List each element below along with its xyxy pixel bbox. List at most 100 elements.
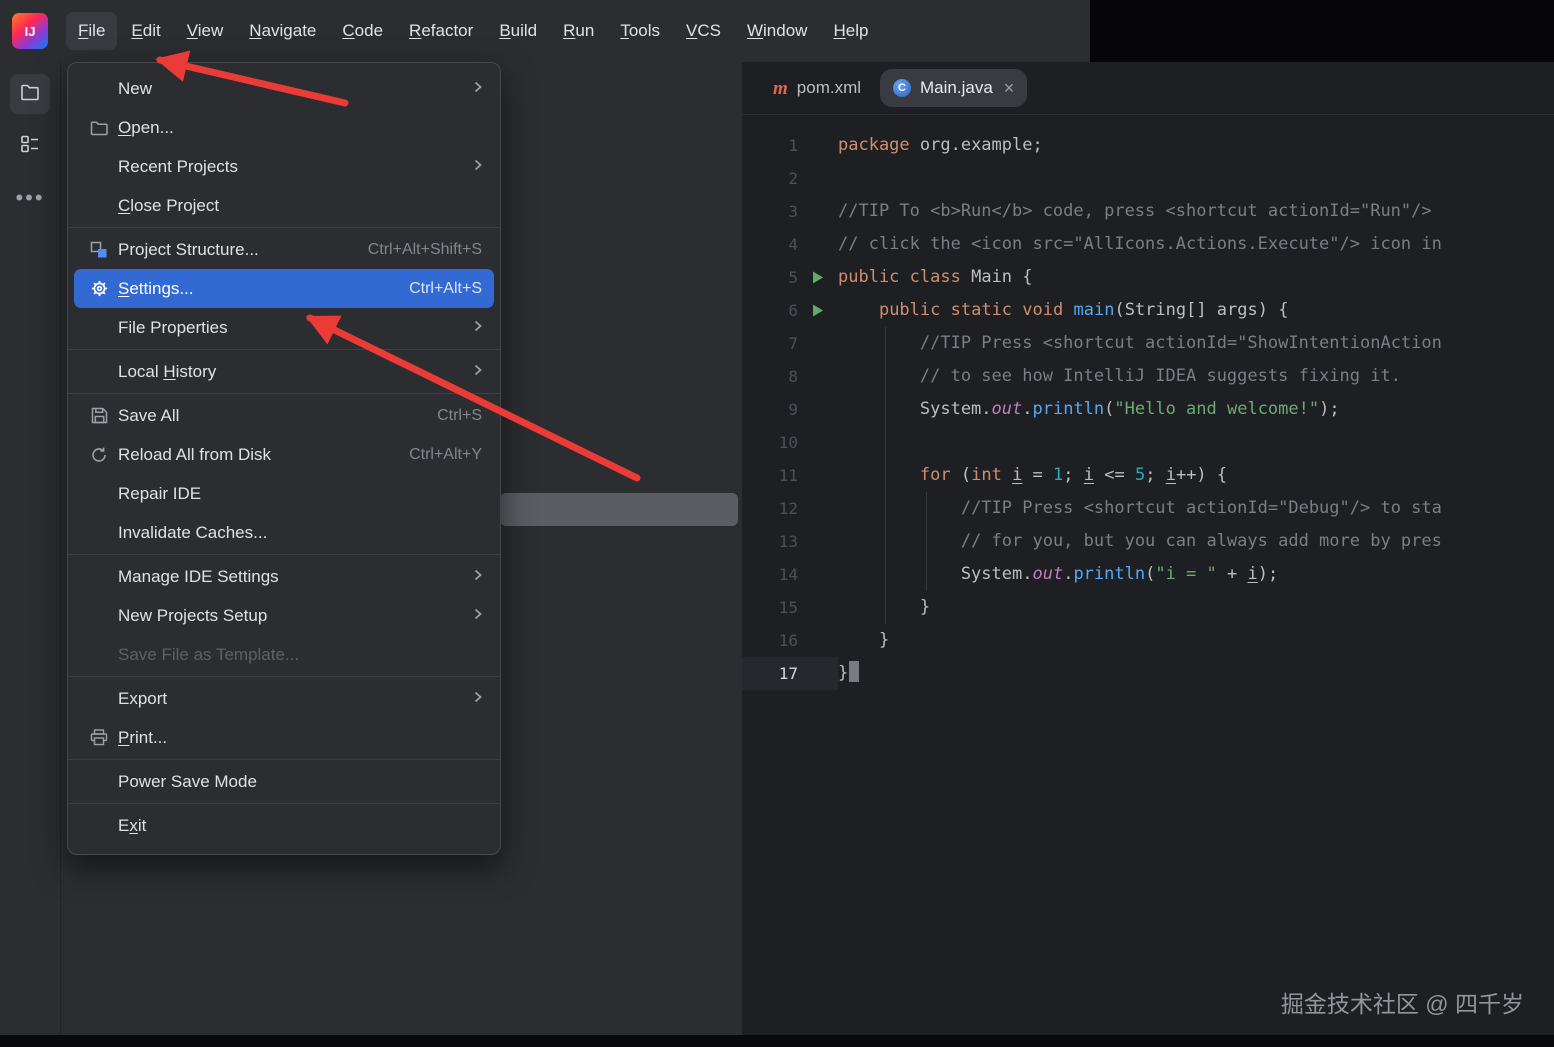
menu-item-settings[interactable]: Settings... Ctrl+Alt+S xyxy=(74,269,494,308)
gutter-spacer xyxy=(798,525,838,558)
shortcut-hint: Ctrl+Alt+Y xyxy=(409,445,482,463)
menubar-item-vcs[interactable]: VCS xyxy=(674,12,733,50)
project-structure-icon xyxy=(86,241,112,259)
indent-guide xyxy=(885,327,886,624)
menu-item-power-save-mode[interactable]: Power Save Mode xyxy=(74,762,494,801)
menu-item-new-projects-setup[interactable]: New Projects Setup xyxy=(74,596,494,635)
code-text[interactable]: //TIP Press <shortcut actionId="ShowInte… xyxy=(838,327,1554,360)
tool-window-sidebar: ••• xyxy=(0,62,61,1035)
run-gutter-icon[interactable] xyxy=(798,261,838,294)
code-text[interactable]: //TIP To <b>Run</b> code, press <shortcu… xyxy=(838,195,1554,228)
menubar-item-build[interactable]: Build xyxy=(487,12,549,50)
code-text[interactable] xyxy=(838,426,1554,459)
obscured-panel-fragment xyxy=(500,493,738,526)
tool-button-structure[interactable] xyxy=(10,126,50,166)
menu-item-label: Save File as Template... xyxy=(118,644,300,664)
code-line: 11 for (int i = 1; i <= 5; i++) { xyxy=(742,459,1554,492)
menubar-item-window[interactable]: Window xyxy=(735,12,819,50)
menu-item-reload-all-from-disk[interactable]: Reload All from Disk Ctrl+Alt+Y xyxy=(74,435,494,474)
code-line: 17} xyxy=(742,657,1554,690)
code-line: 10 xyxy=(742,426,1554,459)
code-text[interactable]: // to see how IntelliJ IDEA suggests fix… xyxy=(838,360,1554,393)
submenu-arrow-icon xyxy=(474,690,482,708)
code-text[interactable]: public static void main(String[] args) { xyxy=(838,294,1554,327)
run-gutter-icon[interactable] xyxy=(798,294,838,327)
menu-separator xyxy=(68,759,500,760)
code-text[interactable]: } xyxy=(838,591,1554,624)
line-number: 6 xyxy=(788,301,798,320)
menubar-item-tools[interactable]: Tools xyxy=(608,12,672,50)
menubar-item-help[interactable]: Help xyxy=(821,12,880,50)
menubar-item-run[interactable]: Run xyxy=(551,12,606,50)
code-line: 12 //TIP Press <shortcut actionId="Debug… xyxy=(742,492,1554,525)
menu-item-label: Invalidate Caches... xyxy=(118,522,268,542)
menu-item-label: Save All xyxy=(118,405,180,425)
menu-item-new[interactable]: New xyxy=(74,69,494,108)
line-number: 12 xyxy=(778,499,798,518)
gutter-spacer xyxy=(798,393,838,426)
menu-item-print[interactable]: Print... xyxy=(74,718,494,757)
menubar-item-file[interactable]: File xyxy=(66,12,118,50)
menubar-item-code[interactable]: Code xyxy=(330,12,395,50)
menu-item-repair-ide[interactable]: Repair IDE xyxy=(74,474,494,513)
menu-item-file-properties[interactable]: File Properties xyxy=(74,308,494,347)
indent-guide xyxy=(926,492,927,591)
shortcut-hint: Ctrl+Alt+Shift+S xyxy=(367,240,482,258)
menubar-item-refactor[interactable]: Refactor xyxy=(397,12,485,50)
tool-button-project[interactable] xyxy=(10,74,50,114)
menu-item-close-project[interactable]: Close Project xyxy=(74,186,494,225)
menu-item-label: File Properties xyxy=(118,317,228,337)
code-text[interactable]: package org.example; xyxy=(838,129,1554,162)
shortcut-hint: Ctrl+Alt+S xyxy=(409,279,482,297)
tab-main-java[interactable]: C Main.java × xyxy=(880,69,1028,107)
menu-item-local-history[interactable]: Local History xyxy=(74,352,494,391)
code-text[interactable]: } xyxy=(838,624,1554,657)
menu-separator xyxy=(68,803,500,804)
code-text[interactable]: System.out.println("i = " + i); xyxy=(838,558,1554,591)
tool-button-more[interactable]: ••• xyxy=(10,178,50,218)
menu-item-invalidate-caches[interactable]: Invalidate Caches... xyxy=(74,513,494,552)
menu-separator xyxy=(68,393,500,394)
menubar-item-view[interactable]: View xyxy=(175,12,236,50)
maven-file-icon: m xyxy=(773,77,788,99)
reload-icon xyxy=(86,446,112,464)
code-text[interactable]: // click the <icon src="AllIcons.Actions… xyxy=(838,228,1554,261)
gutter-spacer xyxy=(798,195,838,228)
gutter-spacer xyxy=(798,558,838,591)
menu-item-recent-projects[interactable]: Recent Projects xyxy=(74,147,494,186)
menu-item-manage-ide-settings[interactable]: Manage IDE Settings xyxy=(74,557,494,596)
gutter-spacer xyxy=(798,162,838,195)
code-text[interactable] xyxy=(838,162,1554,195)
code-text[interactable]: for (int i = 1; i <= 5; i++) { xyxy=(838,459,1554,492)
menu-item-save-file-as-template[interactable]: Save File as Template... xyxy=(74,635,494,674)
line-number: 8 xyxy=(788,367,798,386)
more-tools-icon: ••• xyxy=(15,185,45,210)
menu-item-export[interactable]: Export xyxy=(74,679,494,718)
menu-item-label: Print... xyxy=(118,727,168,747)
gutter-spacer xyxy=(798,129,838,162)
menu-item-open[interactable]: Open... xyxy=(74,108,494,147)
line-number: 4 xyxy=(788,235,798,254)
gutter-spacer xyxy=(798,624,838,657)
code-line: 9 System.out.println("Hello and welcome!… xyxy=(742,393,1554,426)
menu-item-project-structure[interactable]: Project Structure... Ctrl+Alt+Shift+S xyxy=(74,230,494,269)
menubar-item-navigate[interactable]: Navigate xyxy=(237,12,328,50)
code-text[interactable]: public class Main { xyxy=(838,261,1554,294)
gutter-spacer xyxy=(798,492,838,525)
code-line: 7 //TIP Press <shortcut actionId="ShowIn… xyxy=(742,327,1554,360)
code-line: 3 //TIP To <b>Run</b> code, press <shortc… xyxy=(742,195,1554,228)
code-text[interactable]: // for you, but you can always add more … xyxy=(838,525,1554,558)
menu-item-save-all[interactable]: Save All Ctrl+S xyxy=(74,396,494,435)
code-line: 13 // for you, but you can always add mo… xyxy=(742,525,1554,558)
code-text[interactable]: //TIP Press <shortcut actionId="Debug"/>… xyxy=(838,492,1554,525)
tab-pom-xml[interactable]: m pom.xml xyxy=(760,69,874,107)
menu-item-exit[interactable]: Exit xyxy=(74,806,494,845)
close-tab-icon[interactable]: × xyxy=(1004,79,1015,97)
line-number: 2 xyxy=(788,169,798,188)
code-area[interactable]: 1 package org.example; 2 3 //TIP To <b>Run</… xyxy=(742,115,1554,690)
gear-icon xyxy=(86,279,112,298)
code-text[interactable]: } xyxy=(838,657,1554,690)
menubar-item-edit[interactable]: Edit xyxy=(119,12,172,50)
menu-item-label: Manage IDE Settings xyxy=(118,566,279,586)
code-text[interactable]: System.out.println("Hello and welcome!")… xyxy=(838,393,1554,426)
